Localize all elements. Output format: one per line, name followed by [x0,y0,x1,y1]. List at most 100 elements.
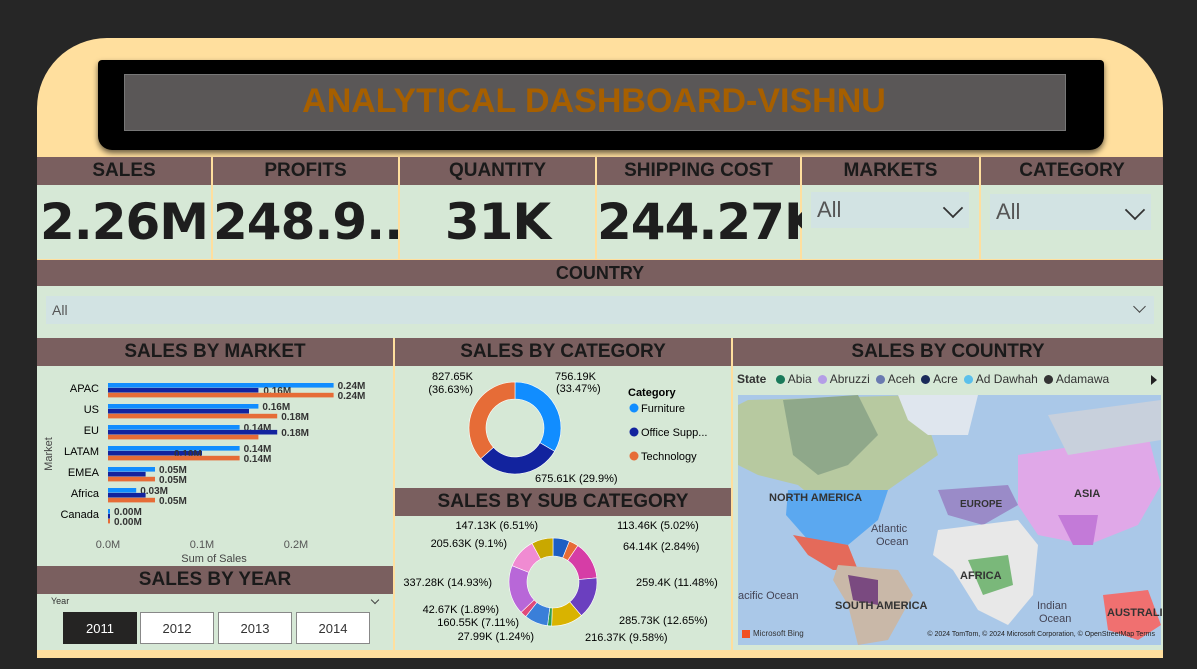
market-category-label: LATAM [64,446,99,458]
subcategory-data-label: 64.14K (2.84%) [623,541,699,553]
market-bar[interactable] [108,492,146,498]
sales-by-subcategory-chart: 113.46K (5.02%) 64.14K (2.84%) 259.4K (11.… [403,520,717,644]
kpi-sales-label: SALES [37,157,211,185]
category-dropdown[interactable]: All [990,194,1151,230]
subcategory-data-label: 42.67K (1.89%) [423,604,499,616]
kpi-profits-label: PROFITS [213,157,398,185]
category-legend-item[interactable]: Technology [641,451,697,463]
sales-by-market-chart: APAC 0.24M0.16M 0.24MUS 0.16M0.18MEU 0.14M 0.… [43,381,366,565]
year-button-2013[interactable]: 2013 [218,612,292,644]
market-bar[interactable] [108,387,259,393]
subcategory-data-label: 147.13K (6.51%) [455,520,538,532]
market-bar[interactable] [108,434,259,440]
category-data-label: 827.65K [432,371,474,383]
market-data-label: 0.18M [281,428,309,439]
legend-dot-icon [775,375,785,384]
year-button-2014[interactable]: 2014 [296,612,370,644]
market-bar[interactable] [108,488,137,493]
category-legend-item[interactable]: Furniture [641,403,685,415]
kpi-quantity-label: QUANTITY [400,157,595,185]
legend-dot-icon [963,375,973,384]
category-data-label: (33.47%) [556,383,601,395]
x-tick-label: 0.1M [190,539,214,551]
market-bar[interactable] [108,471,146,477]
subcategory-data-label: 113.46K (5.02%) [617,520,699,532]
market-bar[interactable] [108,518,110,524]
category-legend-title: Category [628,387,677,399]
legend-dot-icon [1043,375,1053,384]
sales-by-category-title: SALES BY CATEGORY [395,338,731,366]
chevron-down-icon [942,197,964,219]
kpi-shipping-label: SHIPPING COST [597,157,800,185]
category-legend-item[interactable]: Office Supp... [641,427,707,439]
subcategory-data-label: 27.99K (1.24%) [458,631,534,643]
sales-by-subcategory-title: SALES BY SUB CATEGORY [395,488,731,516]
map-legend-item: Adamawa [1043,372,1109,386]
market-bar[interactable] [108,404,259,409]
market-bar[interactable] [108,513,110,519]
market-bar[interactable] [108,476,155,482]
market-data-label: 0.14M [244,454,272,465]
map-legend: State Abia Abruzzi Aceh Acre Ad Dawhah Adamaw… [737,372,1157,390]
market-category-label: EU [84,425,99,437]
market-category-label: APAC [70,383,99,395]
market-bar[interactable] [108,467,155,472]
year-button-2011[interactable]: 2011 [63,612,137,644]
kpi-profits-card: PROFITS 248.9... [213,157,421,259]
subcategory-data-label: 337.28K (14.93%) [403,577,492,589]
market-bar[interactable] [108,497,155,503]
world-map[interactable] [738,395,1161,645]
category-slice[interactable] [514,381,562,452]
map-legend-item: Acre [921,372,958,386]
map-legend-item: Abruzzi [817,372,870,386]
year-button-2012[interactable]: 2012 [140,612,214,644]
category-slice[interactable] [468,381,516,460]
markets-dropdown-value: All [817,197,842,222]
market-bar[interactable] [108,383,334,388]
year-slicer-label: Year [51,596,70,606]
market-bar[interactable] [108,455,240,461]
market-data-label: 0.00M [114,517,142,528]
legend-dot-icon [629,427,639,437]
kpi-shipping-card: SHIPPING COST 244.27K [597,157,823,259]
market-category-label: US [84,404,99,416]
category-filter-label: CATEGORY [981,157,1163,185]
kpi-sales-value: 2.26M [39,193,209,251]
category-dropdown-value: All [996,199,1021,224]
category-data-label: 756.19K [555,371,597,383]
sales-by-country-title: SALES BY COUNTRY [733,338,1163,366]
market-data-label: 0.18M [281,412,309,423]
market-bar[interactable] [108,413,278,419]
market-bar[interactable] [108,429,278,435]
subcategory-data-label: 216.37K (9.58%) [585,632,668,644]
legend-dot-icon [921,375,931,384]
market-bar[interactable] [108,392,334,398]
x-axis-title: Sum of Sales [181,553,247,565]
legend-dot-icon [817,375,827,384]
market-category-label: EMEA [68,467,100,479]
legend-dot-icon [629,403,639,413]
market-bar[interactable] [108,425,240,430]
markets-dropdown[interactable]: All [811,192,969,228]
kpi-quantity-card: QUANTITY 31K [400,157,595,259]
sales-by-category-chart: 756.19K(33.47%) 675.61K (29.9%) 827.65K(36… [428,371,707,485]
market-bar[interactable] [108,408,249,414]
map-legend-title: State [737,372,767,386]
x-tick-label: 0.2M [284,539,308,551]
subcategory-data-label: 285.73K (12.65%) [619,615,708,627]
chevron-down-icon [1133,300,1146,313]
y-axis-title: Market [43,437,55,471]
subcategory-data-label: 160.55K (7.11%) [437,617,519,629]
kpi-quantity-value: 31K [444,193,551,251]
kpi-sales-card: SALES 2.26M [37,157,211,259]
market-data-label: 0.24M [338,391,366,402]
country-filter-label: COUNTRY [37,260,1163,286]
market-data-label: 0.05M [159,475,187,486]
legend-next-icon[interactable] [1151,375,1157,385]
country-dropdown-value: All [52,302,68,318]
country-dropdown[interactable]: All [46,296,1154,324]
market-bar[interactable] [108,509,110,514]
subcategory-data-label: 205.63K (9.1%) [431,538,507,550]
kpi-profits-value: 248.9... [213,193,421,251]
legend-dot-icon [875,375,885,384]
